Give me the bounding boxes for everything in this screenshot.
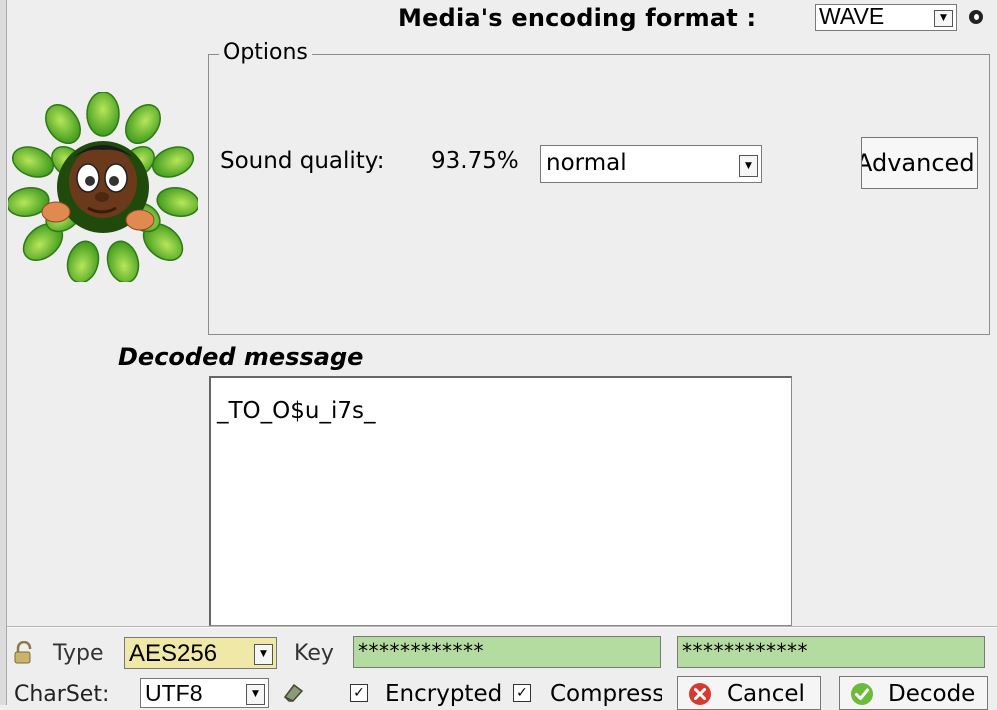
options-legend: Options xyxy=(219,40,312,65)
key-password-value: ************ xyxy=(358,639,484,663)
quality-mode-select[interactable]: normal ▼ xyxy=(540,145,762,183)
chevron-down-icon: ▼ xyxy=(246,684,265,705)
key-label: Key xyxy=(294,641,334,666)
separator xyxy=(7,626,997,628)
encrypted-label: Encrypted xyxy=(385,681,503,707)
compress-checkbox[interactable]: ✓ xyxy=(513,684,531,702)
quality-mode-value: normal xyxy=(546,150,627,176)
sound-quality-label: Sound quality: xyxy=(220,148,385,174)
window-left-edge xyxy=(0,0,7,705)
chevron-down-icon: ▼ xyxy=(739,155,758,177)
decoded-message-textarea[interactable]: _TO_O$u_i7s_ xyxy=(209,376,792,626)
decoded-message-text: _TO_O$u_i7s_ xyxy=(217,398,376,424)
encrypted-checkbox[interactable]: ✓ xyxy=(350,684,368,702)
options-groupbox xyxy=(208,54,990,335)
cipher-type-value: AES256 xyxy=(129,640,218,667)
key-confirm-value: ************ xyxy=(682,639,808,663)
encoding-format-value: WAVE xyxy=(819,3,885,29)
sound-quality-value: 93.75% xyxy=(431,148,519,174)
check-icon xyxy=(851,683,873,705)
encoding-format-label: Media's encoding format : xyxy=(398,4,757,32)
mascot-icon xyxy=(8,92,198,282)
chevron-down-icon: ▼ xyxy=(934,10,953,27)
advanced-button-label: Advanced xyxy=(861,149,975,177)
eraser-icon[interactable] xyxy=(281,681,305,703)
charset-label: CharSet: xyxy=(14,682,110,707)
lock-icon xyxy=(14,641,32,664)
key-password-field[interactable]: ************ xyxy=(353,636,661,668)
charset-value: UTF8 xyxy=(145,680,203,706)
compress-label: Compress xyxy=(550,681,662,707)
advanced-button[interactable]: Advanced xyxy=(861,137,978,189)
charset-select[interactable]: UTF8 ▼ xyxy=(140,678,269,708)
encoding-format-select[interactable]: WAVE ▼ xyxy=(815,3,957,31)
play-radio-icon[interactable] xyxy=(969,10,983,24)
cancel-button-label: Cancel xyxy=(727,681,805,707)
cipher-type-select[interactable]: AES256 ▼ xyxy=(124,637,277,669)
decoded-message-label: Decoded message xyxy=(118,343,364,371)
cancel-icon xyxy=(689,683,711,705)
chevron-down-icon: ▼ xyxy=(254,644,273,665)
key-confirm-field[interactable]: ************ xyxy=(677,636,985,668)
decode-button-label: Decode xyxy=(888,681,976,707)
type-label: Type xyxy=(53,641,104,666)
